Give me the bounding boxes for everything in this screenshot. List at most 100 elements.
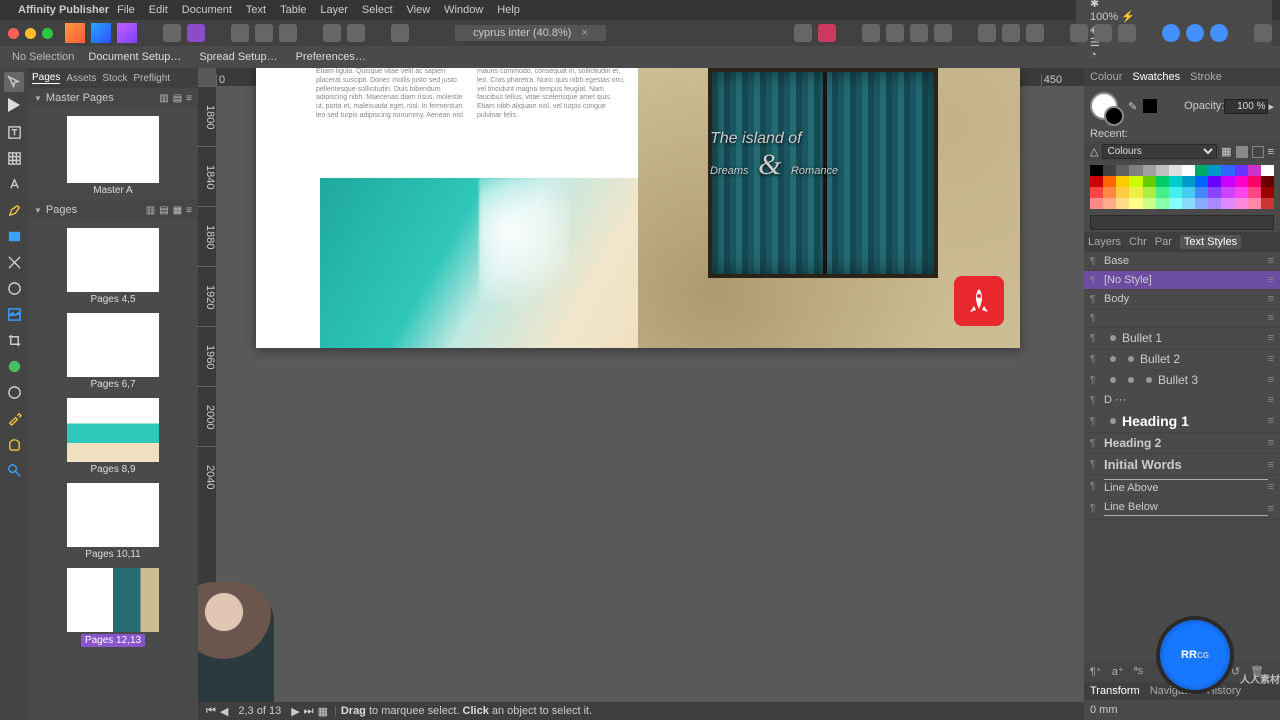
toolbar-doc-icon[interactable] [231, 24, 249, 42]
toolbar-arrange-4-icon[interactable] [934, 24, 952, 42]
page-thumb[interactable] [67, 313, 159, 377]
text-style-row[interactable]: ¶Bullet 1≡ [1084, 328, 1280, 349]
palette-dropdown[interactable]: Colours [1102, 144, 1217, 159]
palette-swatch[interactable] [1116, 165, 1129, 176]
pages-header[interactable]: ▼ Pages ▥ ▤ ▦ ≡ [28, 200, 198, 220]
persona-designer-icon[interactable] [91, 23, 111, 43]
tab-layers[interactable]: Layers [1088, 236, 1121, 248]
first-page-icon[interactable]: ⏮ [206, 705, 216, 718]
menu-document[interactable]: Document [182, 4, 232, 16]
palette-swatch[interactable] [1248, 187, 1261, 198]
master-add-icon[interactable]: ▥ [159, 93, 168, 104]
palette-swatch[interactable] [1248, 198, 1261, 209]
persona-publisher-icon[interactable] [65, 23, 85, 43]
palette-swatch[interactable] [1156, 176, 1169, 187]
palette-swatch[interactable] [1261, 165, 1274, 176]
toolbar-magnet-icon[interactable] [818, 24, 836, 42]
palette-swatch[interactable] [1143, 187, 1156, 198]
toolbar-distribute-1-icon[interactable] [1070, 24, 1088, 42]
style-menu-icon[interactable]: ≡ [1268, 312, 1274, 324]
window-zoom-icon[interactable] [42, 28, 53, 39]
palette-swatch[interactable] [1116, 198, 1129, 209]
palette-swatch[interactable] [1221, 165, 1234, 176]
opacity-stepper-icon[interactable]: ▸ [1268, 100, 1274, 113]
page-facing-icon[interactable]: ▥ [146, 205, 155, 216]
palette-swatch[interactable] [1182, 165, 1195, 176]
menu-view[interactable]: View [407, 4, 431, 16]
page-thumb[interactable] [67, 398, 159, 462]
style-menu-icon[interactable]: ≡ [1268, 293, 1274, 305]
table-tool[interactable] [4, 148, 24, 168]
palette-swatch[interactable] [1195, 176, 1208, 187]
palette-swatch[interactable] [1129, 176, 1142, 187]
tab-par[interactable]: Par [1155, 236, 1172, 248]
toolbar-clip-icon[interactable] [279, 24, 297, 42]
palette-swatch[interactable] [1129, 198, 1142, 209]
menu-text[interactable]: Text [246, 4, 266, 16]
style-menu-icon[interactable]: ≡ [1268, 374, 1274, 386]
palette-swatch[interactable] [1103, 165, 1116, 176]
palette-swatch[interactable] [1261, 176, 1274, 187]
palette-swatch[interactable] [1261, 198, 1274, 209]
page-add-icon[interactable]: ▤ [159, 205, 168, 216]
picture-frame-tool[interactable] [4, 304, 24, 324]
char-indent-icon[interactable]: ªs [1134, 665, 1144, 677]
palette-swatch[interactable] [1195, 165, 1208, 176]
style-menu-icon[interactable]: ≡ [1268, 332, 1274, 344]
tab-colour[interactable]: Colour [1090, 71, 1122, 83]
page-thumb[interactable] [67, 483, 159, 547]
toolbar-distribute-3-icon[interactable] [1118, 24, 1136, 42]
menu-edit[interactable]: Edit [149, 4, 168, 16]
palette-swatch[interactable] [1143, 165, 1156, 176]
palette-view-icon[interactable]: ▦ [1221, 145, 1231, 158]
palette-swatch[interactable] [1182, 198, 1195, 209]
window-close-icon[interactable] [8, 28, 19, 39]
palette-large-icon[interactable] [1236, 146, 1248, 158]
canvas-area[interactable]: 0501001502002503003504004500501001502002… [198, 68, 1084, 702]
text-style-row[interactable]: ¶Line Above≡ [1084, 476, 1280, 498]
style-menu-icon[interactable]: ≡ [1268, 503, 1274, 515]
pen-tool[interactable] [4, 200, 24, 220]
palette-swatch[interactable] [1143, 198, 1156, 209]
text-style-row[interactable]: ¶Bullet 3≡ [1084, 370, 1280, 391]
palette-swatch[interactable] [1195, 198, 1208, 209]
menu-table[interactable]: Table [280, 4, 306, 16]
swatch-search-input[interactable] [1090, 215, 1274, 230]
spread-setup-button[interactable]: Spread Setup… [199, 51, 277, 63]
palette-swatch[interactable] [1235, 165, 1248, 176]
fill-stroke-selector[interactable] [1090, 92, 1118, 120]
toolbar-preview-icon[interactable] [391, 24, 409, 42]
text-style-row[interactable]: ¶Heading 1≡ [1084, 410, 1280, 433]
app-name[interactable]: Affinity Publisher [18, 4, 109, 16]
palette-swatch[interactable] [1090, 187, 1103, 198]
toolbar-align-center-icon[interactable] [1002, 24, 1020, 42]
current-color[interactable] [1143, 99, 1157, 113]
toolbar-baseline-icon[interactable] [187, 24, 205, 42]
menu-layer[interactable]: Layer [320, 4, 348, 16]
menu-file[interactable]: File [117, 4, 135, 16]
close-tab-icon[interactable]: × [581, 27, 587, 39]
toolbar-arrange-3-icon[interactable] [910, 24, 928, 42]
palette-type-icon[interactable]: △ [1090, 145, 1098, 158]
palette-swatch[interactable] [1129, 165, 1142, 176]
palette-swatch[interactable] [1221, 176, 1234, 187]
preferences-button[interactable]: Preferences… [296, 51, 366, 63]
master-pages-header[interactable]: ▼ Master Pages ▥ ▤ ≡ [28, 88, 198, 108]
palette-swatch[interactable] [1116, 187, 1129, 198]
palette-swatch[interactable] [1235, 176, 1248, 187]
toolbar-preflight-icon[interactable] [163, 24, 181, 42]
text-style-row[interactable]: ¶D ···≡ [1084, 391, 1280, 410]
document-tab[interactable]: cyprus inter (40.8%) × [455, 25, 606, 41]
toolbar-distribute-2-icon[interactable] [1094, 24, 1112, 42]
page-thumb[interactable] [67, 568, 159, 632]
char-style-icon[interactable]: a⁺ [1112, 665, 1124, 678]
next-page-icon[interactable]: ▶ [291, 705, 299, 718]
spread-pages-12-13[interactable]: Etiam ligula. Quisque vitae velit ac sap… [256, 68, 1020, 348]
palette-swatch[interactable] [1169, 198, 1182, 209]
color-picker-tool[interactable] [4, 408, 24, 428]
tab-stock[interactable]: Stock [102, 73, 127, 84]
palette-swatch[interactable] [1248, 176, 1261, 187]
zoom-tool[interactable] [4, 460, 24, 480]
style-menu-icon[interactable]: ≡ [1268, 274, 1274, 286]
text-style-row[interactable]: ¶Heading 2≡ [1084, 433, 1280, 454]
